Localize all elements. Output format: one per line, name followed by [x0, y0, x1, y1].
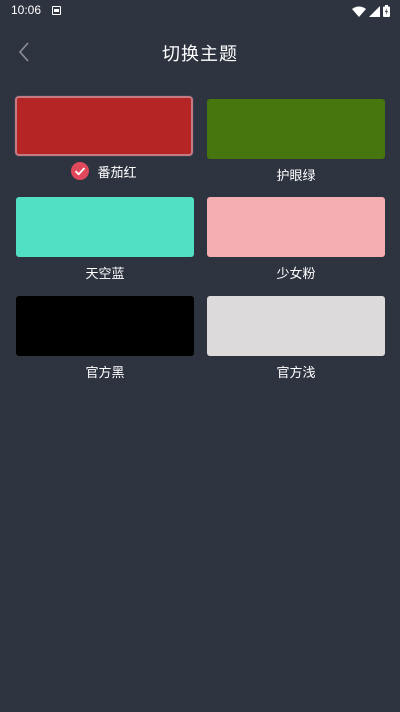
battery-icon [383, 5, 390, 17]
theme-swatch[interactable] [207, 296, 385, 356]
theme-label: 护眼绿 [276, 168, 316, 184]
theme-swatch[interactable] [207, 197, 385, 257]
theme-label: 天空蓝 [85, 266, 125, 282]
signal-icon [369, 5, 380, 17]
theme-label-row: 少女粉 [207, 257, 385, 287]
status-icons [352, 4, 390, 18]
theme-swatch[interactable] [16, 296, 194, 356]
header: 切换主题 [0, 30, 400, 74]
check-circle-icon [71, 162, 90, 180]
theme-option-official-black[interactable]: 官方黑 [16, 296, 194, 386]
notification-icon [52, 6, 61, 15]
theme-label-row: 护眼绿 [207, 159, 385, 189]
theme-option-tomato-red[interactable]: 番茄红 [15, 96, 193, 186]
status-bar: 10:06 [0, 0, 400, 22]
theme-label-row: 官方黑 [16, 356, 194, 386]
page-title: 切换主题 [162, 44, 238, 65]
theme-option-sky-blue[interactable]: 天空蓝 [16, 197, 194, 287]
theme-option-official-light[interactable]: 官方浅 [207, 296, 385, 386]
status-time: 10:06 [11, 3, 42, 17]
theme-label: 番茄红 [97, 165, 137, 181]
theme-label: 少女粉 [276, 266, 316, 282]
check-icon [71, 162, 90, 180]
theme-label: 官方浅 [276, 365, 316, 381]
theme-label-row: 天空蓝 [16, 257, 194, 287]
theme-label-row: 官方浅 [207, 356, 385, 386]
theme-option-girl-pink[interactable]: 少女粉 [207, 197, 385, 287]
theme-swatch[interactable] [16, 197, 194, 257]
theme-option-eye-green[interactable]: 护眼绿 [207, 99, 385, 189]
wifi-icon [352, 6, 366, 17]
theme-swatch[interactable] [15, 96, 193, 156]
theme-swatch[interactable] [207, 99, 385, 159]
theme-label: 官方黑 [85, 365, 125, 381]
theme-label-row: 番茄红 [15, 156, 193, 186]
